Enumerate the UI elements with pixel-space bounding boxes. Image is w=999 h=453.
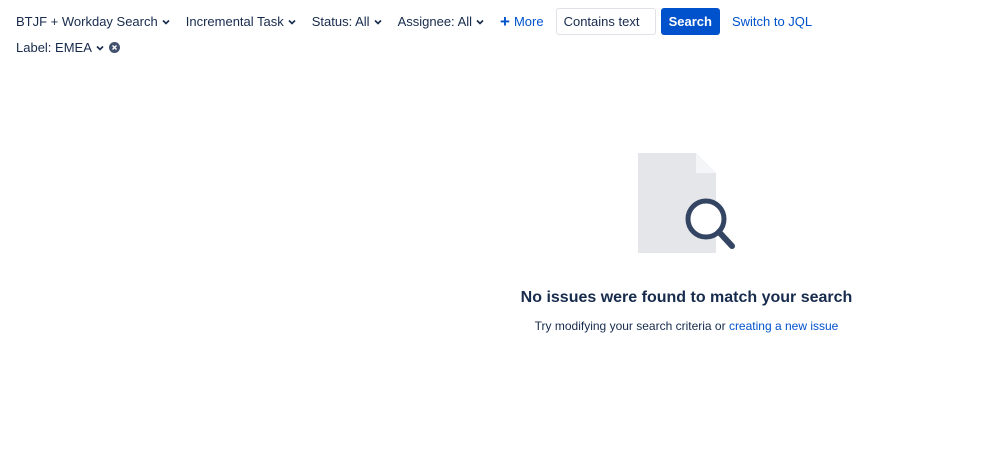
chevron-down-icon [96,44,104,52]
project-filter[interactable]: BTJF + Workday Search [16,14,170,29]
document-search-illustration [636,152,736,256]
empty-state-subtitle: Try modifying your search criteria or cr… [0,319,999,333]
status-filter-label: Status: All [311,14,370,29]
clear-filter-icon[interactable] [108,42,120,53]
chevron-down-icon [288,18,296,26]
active-filter-row: Label: EMEA [16,40,120,55]
empty-state-title: No issues were found to match your searc… [520,289,853,306]
more-filters-button[interactable]: + More [500,13,544,30]
project-filter-label: BTJF + Workday Search [16,14,158,29]
label-filter[interactable]: Label: EMEA [16,40,104,55]
contains-text-input[interactable] [555,8,656,35]
chevron-down-icon [162,18,170,26]
switch-to-jql-link[interactable]: Switch to JQL [732,14,812,29]
label-filter-label: Label: EMEA [16,40,92,55]
type-filter-label: Incremental Task [185,14,284,29]
filter-bar: BTJF + Workday Search Incremental Task S… [16,8,812,35]
search-button[interactable]: Search [660,8,720,35]
assignee-filter[interactable]: Assignee: All [398,14,484,29]
chevron-down-icon [374,18,382,26]
chevron-down-icon [476,18,484,26]
issue-search-page: BTJF + Workday Search Incremental Task S… [0,0,999,453]
create-issue-link[interactable]: creating a new issue [729,319,838,333]
empty-state-subtitle-text: Try modifying your search criteria or [534,319,729,333]
type-filter[interactable]: Incremental Task [186,14,296,29]
more-filters-label: More [513,14,544,29]
assignee-filter-label: Assignee: All [397,14,473,29]
plus-icon: + [500,12,510,31]
status-filter[interactable]: Status: All [312,14,382,29]
